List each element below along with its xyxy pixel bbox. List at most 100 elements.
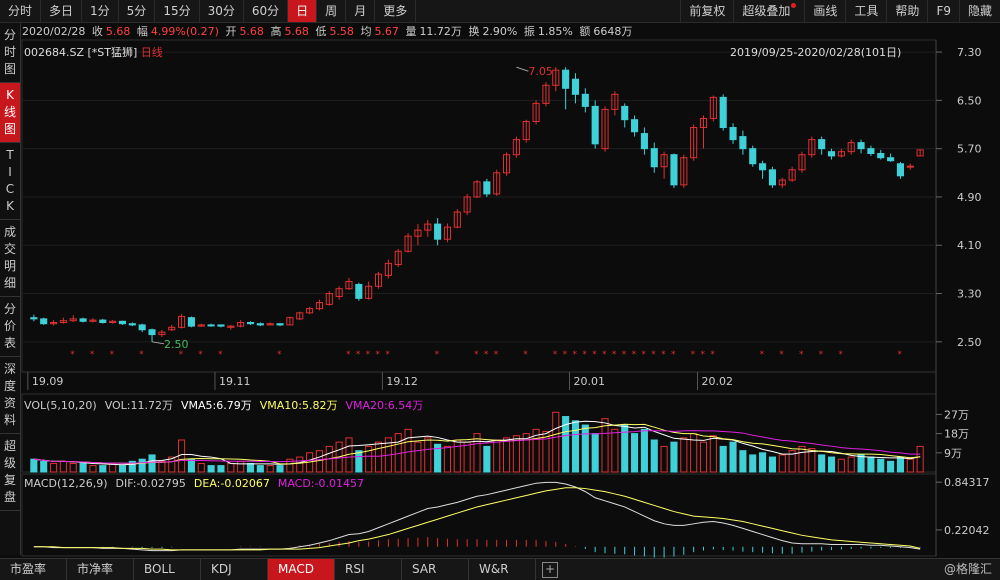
indicator-tab[interactable]: W&R <box>469 559 536 580</box>
signal-star: * <box>661 350 666 360</box>
vol-tick-label: 9万 <box>944 447 962 460</box>
candle-body <box>739 136 747 150</box>
candle-body <box>906 165 914 168</box>
volume-bar <box>118 465 127 473</box>
volume-bar <box>670 441 678 473</box>
signal-star: * <box>179 350 184 360</box>
candle-body <box>128 323 136 326</box>
volume-bar <box>187 458 195 473</box>
volume-bar <box>414 441 422 473</box>
indicator-tab[interactable]: 市净率 <box>67 559 134 580</box>
candle-body <box>719 96 727 129</box>
volume-bar <box>680 437 688 473</box>
signal-star: * <box>356 350 361 360</box>
price-tick-label: 2.50 <box>957 336 982 349</box>
indicator-tab[interactable]: KDJ <box>201 559 268 580</box>
price-tick-label: 4.90 <box>957 191 982 204</box>
signal-star: * <box>523 350 528 360</box>
volume-bar <box>453 439 461 473</box>
candle-body <box>896 163 905 177</box>
indicator-tab[interactable]: BOLL <box>134 559 201 580</box>
vol-tick-label: 27万 <box>944 408 969 421</box>
signal-star: * <box>799 350 804 360</box>
vma5-value: VMA5:6.79万 <box>181 399 252 412</box>
candle-body <box>40 318 48 325</box>
candle-body <box>621 105 629 121</box>
signal-star: * <box>494 350 499 360</box>
volume-bar <box>178 439 186 473</box>
volume-bar <box>276 465 284 473</box>
signal-star: * <box>701 350 706 360</box>
candle-body <box>148 329 156 336</box>
volume-bar <box>552 411 560 473</box>
signal-star: * <box>710 350 715 360</box>
volume-bar <box>729 441 737 473</box>
volume-bar <box>59 460 67 473</box>
price-tick-label: 5.70 <box>957 143 982 156</box>
indicator-tab[interactable]: RSI <box>335 559 402 580</box>
volume-bar <box>719 445 727 473</box>
volume-bar <box>601 418 609 473</box>
watermark: @格隆汇 <box>943 562 992 576</box>
volume-bar <box>296 456 304 473</box>
vol-params: VOL(5,10,20) <box>24 399 97 412</box>
candle-body <box>562 69 570 89</box>
price-tick-label: 3.30 <box>957 288 982 301</box>
macd-tick-label: 0.22042 <box>944 524 990 537</box>
volume-bar <box>827 456 836 473</box>
volume-bar <box>581 424 589 473</box>
indicator-tabs: 市盈率 市净率 BOLL KDJ MACD RSI SAR W&R + <box>0 558 1000 580</box>
volume-bar <box>315 450 323 473</box>
indicator-tab[interactable]: MACD <box>268 559 335 580</box>
volume-bar <box>404 428 412 473</box>
volume-bar <box>463 441 471 473</box>
signal-star: * <box>376 350 381 360</box>
volume-bar <box>847 456 855 473</box>
signal-star: * <box>553 350 558 360</box>
dea-value: DEA:-0.02067 <box>193 477 270 490</box>
vma10-value: VMA10:5.82万 <box>259 399 338 412</box>
signal-star: * <box>484 350 489 360</box>
volume-bar <box>709 435 717 473</box>
add-indicator-icon[interactable]: + <box>542 561 558 578</box>
signal-star: * <box>819 350 824 360</box>
candle-body <box>138 324 146 331</box>
candle-body <box>867 148 875 154</box>
volume-bar <box>749 454 757 473</box>
volume-bar <box>227 462 235 473</box>
candle-body <box>99 319 107 324</box>
annotation-leader <box>516 66 529 72</box>
indicator-tab[interactable]: 市盈率 <box>0 559 67 580</box>
volume-bar <box>374 441 383 473</box>
volume-ma-line <box>33 430 921 464</box>
volume-bar <box>483 445 491 473</box>
volume-bar <box>798 445 806 473</box>
candle-body <box>818 139 826 150</box>
candle-body <box>591 105 599 145</box>
candle-body <box>571 78 580 95</box>
volume-bar <box>443 445 452 473</box>
signal-star: * <box>90 350 95 360</box>
kline-chart[interactable]: 7.30 6.50 5.70 4.90 4.10 3.30 2.50 7.05 2.50 * * * *… <box>0 0 1000 558</box>
signal-star: * <box>218 350 223 360</box>
volume-bar <box>207 465 215 473</box>
candle-body <box>256 323 264 326</box>
volume-bar <box>79 462 87 473</box>
annotation-label: 2.50 <box>164 338 189 351</box>
volume-bar <box>138 458 146 473</box>
macd-params: MACD(12,26,9) <box>24 477 108 490</box>
signal-star: * <box>838 350 843 360</box>
candle-body <box>768 169 776 186</box>
x-tick-label: 20.01 <box>573 375 605 388</box>
candle-body <box>355 283 363 299</box>
volume-bar <box>99 465 107 473</box>
candle-body <box>887 157 895 162</box>
volume-bar <box>266 465 274 473</box>
volume-bar <box>631 433 639 473</box>
annotation-label: 7.05 <box>528 65 553 78</box>
indicator-tab[interactable]: SAR <box>402 559 469 580</box>
volume-bar <box>40 460 48 473</box>
signal-star: * <box>110 350 115 360</box>
signal-star: * <box>602 350 607 360</box>
signal-star: * <box>592 350 597 360</box>
